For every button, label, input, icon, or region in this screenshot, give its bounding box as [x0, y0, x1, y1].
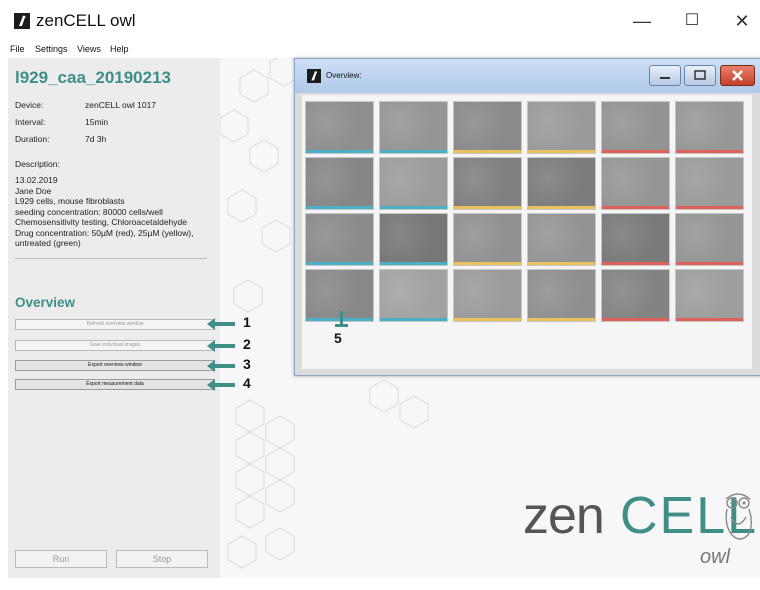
well-image[interactable] — [453, 213, 522, 266]
overview-minimize-button[interactable] — [649, 65, 681, 86]
well-image[interactable] — [527, 101, 596, 154]
well-image[interactable] — [527, 157, 596, 210]
overview-close-button[interactable] — [720, 65, 755, 86]
well-condition-stripe — [306, 262, 373, 265]
well-condition-stripe — [676, 262, 743, 265]
well-condition-stripe — [454, 262, 521, 265]
well-image[interactable] — [379, 269, 448, 322]
annotation-arrow-2 — [207, 340, 235, 352]
well-image[interactable] — [305, 213, 374, 266]
run-button[interactable]: Run — [15, 550, 107, 568]
well-image[interactable] — [527, 269, 596, 322]
well-condition-stripe — [306, 150, 373, 153]
well-condition-stripe — [676, 206, 743, 209]
well-image[interactable] — [601, 269, 670, 322]
annotation-label-3: 3 — [243, 356, 251, 372]
well-condition-stripe — [528, 318, 595, 321]
menu-views[interactable]: Views — [77, 44, 101, 54]
duration-label: Duration: — [15, 134, 50, 144]
overview-window-icon — [307, 69, 321, 83]
well-condition-stripe — [676, 150, 743, 153]
overview-window-titlebar[interactable]: Overview: — [295, 59, 760, 93]
well-image[interactable] — [305, 101, 374, 154]
close-button[interactable]: ✕ — [722, 8, 760, 34]
well-image[interactable] — [379, 157, 448, 210]
well-condition-stripe — [528, 262, 595, 265]
app-title: zenCELL owl — [36, 11, 136, 30]
description-text: 13.02.2019 Jane Doe L929 cells, mouse fi… — [15, 175, 194, 248]
device-label: Device: — [15, 100, 44, 110]
save-individual-images-button[interactable]: Save individual images — [15, 340, 215, 351]
annotation-label-1: 1 — [243, 314, 251, 330]
maximize-button[interactable]: ☐ — [672, 8, 712, 34]
well-condition-stripe — [306, 206, 373, 209]
interval-label: Interval: — [15, 117, 46, 127]
well-condition-stripe — [676, 318, 743, 321]
well-image[interactable] — [675, 269, 744, 322]
device-value: zenCELL owl 1017 — [85, 100, 157, 110]
well-condition-stripe — [602, 262, 669, 265]
well-image[interactable] — [601, 213, 670, 266]
well-condition-stripe — [380, 206, 447, 209]
section-divider — [15, 258, 207, 259]
annotation-arrow-1 — [207, 318, 235, 330]
well-condition-stripe — [602, 206, 669, 209]
well-image[interactable] — [675, 101, 744, 154]
annotation-arrow-3 — [207, 360, 235, 372]
well-condition-stripe — [380, 318, 447, 321]
well-condition-stripe — [454, 206, 521, 209]
well-image[interactable] — [675, 157, 744, 210]
well-condition-stripe — [454, 318, 521, 321]
well-condition-stripe — [380, 150, 447, 153]
well-condition-stripe — [454, 150, 521, 153]
well-condition-stripe — [602, 150, 669, 153]
refresh-overview-button[interactable]: Refresh overview window — [15, 319, 215, 330]
well-image[interactable] — [453, 157, 522, 210]
duration-value: 7d 3h — [85, 134, 107, 144]
annotation-arrow-4 — [207, 379, 235, 391]
overview-window[interactable]: Overview: — [294, 58, 760, 376]
export-measurement-data-button[interactable]: Export measurement data — [15, 379, 215, 390]
well-image[interactable] — [601, 157, 670, 210]
experiment-title: l929_caa_20190213 — [15, 68, 171, 87]
owl-logo-icon — [725, 493, 752, 540]
well-image[interactable] — [305, 157, 374, 210]
description-label: Description: — [15, 159, 60, 169]
menu-settings[interactable]: Settings — [35, 44, 68, 54]
app-titlebar: zenCELL owl — ☐ ✕ — [0, 0, 760, 40]
well-image[interactable] — [453, 101, 522, 154]
well-condition-stripe — [528, 150, 595, 153]
well-image[interactable] — [379, 213, 448, 266]
overview-maximize-button[interactable] — [684, 65, 716, 86]
experiment-panel: l929_caa_20190213 Device: zenCELL owl 10… — [8, 58, 220, 578]
well-condition-stripe — [602, 318, 669, 321]
well-image[interactable] — [675, 213, 744, 266]
annotation-label-2: 2 — [243, 336, 251, 352]
well-image[interactable] — [601, 101, 670, 154]
interval-value: 15min — [85, 117, 109, 127]
well-image[interactable] — [527, 213, 596, 266]
well-condition-stripe — [528, 206, 595, 209]
annotation-label-4: 4 — [243, 375, 251, 391]
export-overview-button[interactable]: Export overview window — [15, 360, 215, 371]
well-condition-stripe — [380, 262, 447, 265]
menu-help[interactable]: Help — [110, 44, 129, 54]
well-image[interactable] — [379, 101, 448, 154]
overview-section-title: Overview — [15, 295, 76, 310]
well-image[interactable] — [453, 269, 522, 322]
menu-file[interactable]: File — [10, 44, 25, 54]
brand-logo-zen: zen — [523, 487, 605, 545]
overview-window-title: Overview: — [326, 71, 362, 80]
stop-button[interactable]: Stop — [116, 550, 208, 568]
minimize-button[interactable]: — — [622, 8, 662, 34]
menu-bar: File Settings Views Help — [0, 41, 760, 57]
app-logo-icon — [14, 13, 30, 29]
annotation-marker-5-base — [335, 324, 348, 327]
annotation-label-5: 5 — [334, 330, 342, 346]
